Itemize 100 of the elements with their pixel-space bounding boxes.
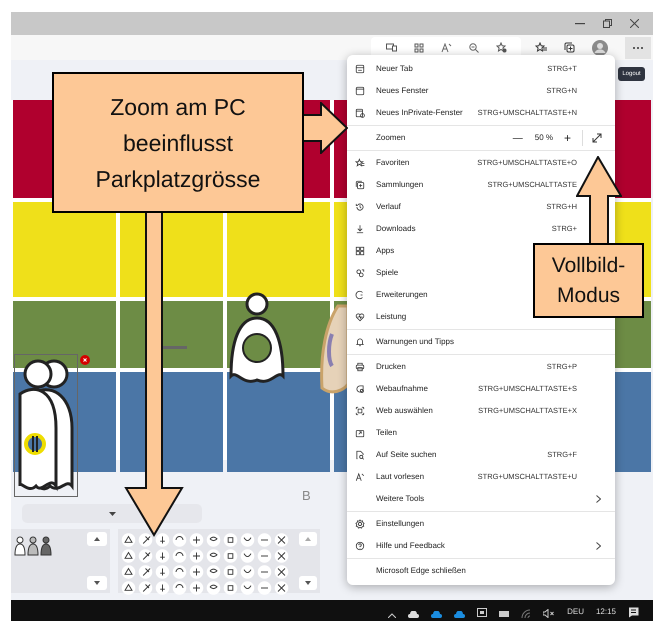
favorites-icon[interactable] xyxy=(535,42,547,53)
symbol-button[interactable] xyxy=(189,565,204,579)
zoom-out-icon[interactable] xyxy=(468,42,478,52)
caret-up-icon xyxy=(94,537,100,541)
collections-icon[interactable] xyxy=(564,42,575,53)
scroll-down-button[interactable] xyxy=(299,576,317,590)
symbol-button[interactable] xyxy=(172,533,187,547)
symbol-button[interactable] xyxy=(121,533,136,547)
symbol-button[interactable] xyxy=(223,565,238,579)
cloud-icon[interactable] xyxy=(408,611,420,618)
device-icon[interactable] xyxy=(386,43,396,52)
symbol-button[interactable] xyxy=(257,533,272,547)
symbol-button[interactable] xyxy=(155,565,170,579)
symbol-button[interactable] xyxy=(274,549,289,563)
symbol-button[interactable] xyxy=(138,549,153,563)
speaker-muted-icon[interactable] xyxy=(543,609,556,618)
new-tab-icon xyxy=(355,64,365,74)
dash-mark xyxy=(161,346,187,349)
symbol-button[interactable] xyxy=(155,549,170,563)
menu-item[interactable]: Einstellungen xyxy=(347,513,615,535)
private-window-icon xyxy=(355,108,365,118)
game-controller-icon xyxy=(355,268,365,278)
symbol-button[interactable] xyxy=(172,565,187,579)
caret-up-icon[interactable] xyxy=(388,613,396,618)
symbol-button[interactable] xyxy=(240,581,255,595)
printer-icon xyxy=(355,362,365,372)
wifi-icon[interactable] xyxy=(521,609,532,618)
menu-item[interactable]: Weitere Tools xyxy=(347,488,615,510)
monitor-icon[interactable] xyxy=(499,611,510,618)
expand-icon xyxy=(592,133,602,143)
symbol-button[interactable] xyxy=(155,533,170,547)
symbol-button[interactable] xyxy=(257,565,272,579)
pawn-icon[interactable] xyxy=(40,536,52,556)
symbol-button[interactable] xyxy=(155,581,170,595)
zoom-level: 50 % xyxy=(534,132,553,144)
symbol-button[interactable] xyxy=(121,549,136,563)
apps-icon xyxy=(355,246,365,256)
column-label: B xyxy=(302,488,311,503)
symbol-button[interactable] xyxy=(223,533,238,547)
symbol-button[interactable] xyxy=(274,581,289,595)
read-aloud-icon xyxy=(355,472,365,482)
symbol-button[interactable] xyxy=(121,581,136,595)
menu-item[interactable]: Warnungen und Tipps xyxy=(347,331,615,353)
symbol-button[interactable] xyxy=(189,581,204,595)
symbol-button[interactable] xyxy=(121,565,136,579)
select-icon xyxy=(355,406,365,416)
language-indicator[interactable]: DEU xyxy=(567,606,584,618)
symbol-button[interactable] xyxy=(189,549,204,563)
menu-label: Zoomen xyxy=(376,132,406,144)
symbol-button[interactable] xyxy=(138,565,153,579)
clock-time[interactable]: 12:15 xyxy=(596,606,616,618)
bell-icon xyxy=(355,337,365,347)
find-icon xyxy=(355,450,365,460)
share-icon xyxy=(355,428,365,438)
zoom-in-button[interactable]: + xyxy=(560,129,574,147)
symbol-button[interactable] xyxy=(172,549,187,563)
symbol-button[interactable] xyxy=(240,533,255,547)
delete-icon[interactable] xyxy=(80,355,90,365)
symbol-button[interactable] xyxy=(138,581,153,595)
symbol-button[interactable] xyxy=(138,533,153,547)
pawn-icon[interactable] xyxy=(27,536,39,556)
zoom-out-button[interactable]: — xyxy=(508,130,527,146)
callout-tooltip: Zoom am PC beeinflusst Parkplatzgrösse xyxy=(52,72,304,213)
symbol-button[interactable] xyxy=(274,565,289,579)
symbol-button[interactable] xyxy=(206,533,221,547)
pawn-icon[interactable] xyxy=(14,536,26,556)
symbol-button[interactable] xyxy=(223,581,238,595)
menu-item[interactable]: Teilen xyxy=(347,422,615,444)
favorites-icon xyxy=(355,158,365,168)
caret-up-icon xyxy=(305,537,311,541)
symbol-button[interactable] xyxy=(274,533,289,547)
symbol-button[interactable] xyxy=(189,533,204,547)
grid-icon[interactable] xyxy=(414,42,424,52)
scroll-down-button[interactable] xyxy=(87,576,107,590)
symbol-button[interactable] xyxy=(172,581,187,595)
symbol-button[interactable] xyxy=(240,565,255,579)
symbol-button[interactable] xyxy=(206,565,221,579)
symbol-button[interactable] xyxy=(240,549,255,563)
symbol-button[interactable] xyxy=(206,581,221,595)
symbol-button[interactable] xyxy=(206,549,221,563)
menu-item[interactable]: Hilfe und Feedback xyxy=(347,535,615,557)
star-add-icon[interactable] xyxy=(496,42,506,53)
symbol-button[interactable] xyxy=(257,581,272,595)
scroll-up-button[interactable] xyxy=(87,532,107,546)
menu-item[interactable]: Microsoft Edge schließen xyxy=(347,560,615,582)
download-icon xyxy=(355,224,365,234)
symbol-button[interactable] xyxy=(223,549,238,563)
avatar-icon[interactable] xyxy=(592,40,608,56)
fullscreen-button[interactable] xyxy=(591,132,603,144)
minimize-icon[interactable] xyxy=(575,22,585,24)
read-aloud-icon[interactable] xyxy=(440,42,452,52)
caret-icon xyxy=(108,512,116,516)
notification-icon[interactable] xyxy=(628,607,639,618)
close-icon[interactable] xyxy=(630,19,639,28)
symbol-button[interactable] xyxy=(257,549,272,563)
restore-icon[interactable] xyxy=(603,19,612,28)
heart-icon xyxy=(355,312,365,322)
display-icon[interactable] xyxy=(477,608,488,618)
window-icon xyxy=(355,86,365,96)
history-icon xyxy=(355,202,365,212)
